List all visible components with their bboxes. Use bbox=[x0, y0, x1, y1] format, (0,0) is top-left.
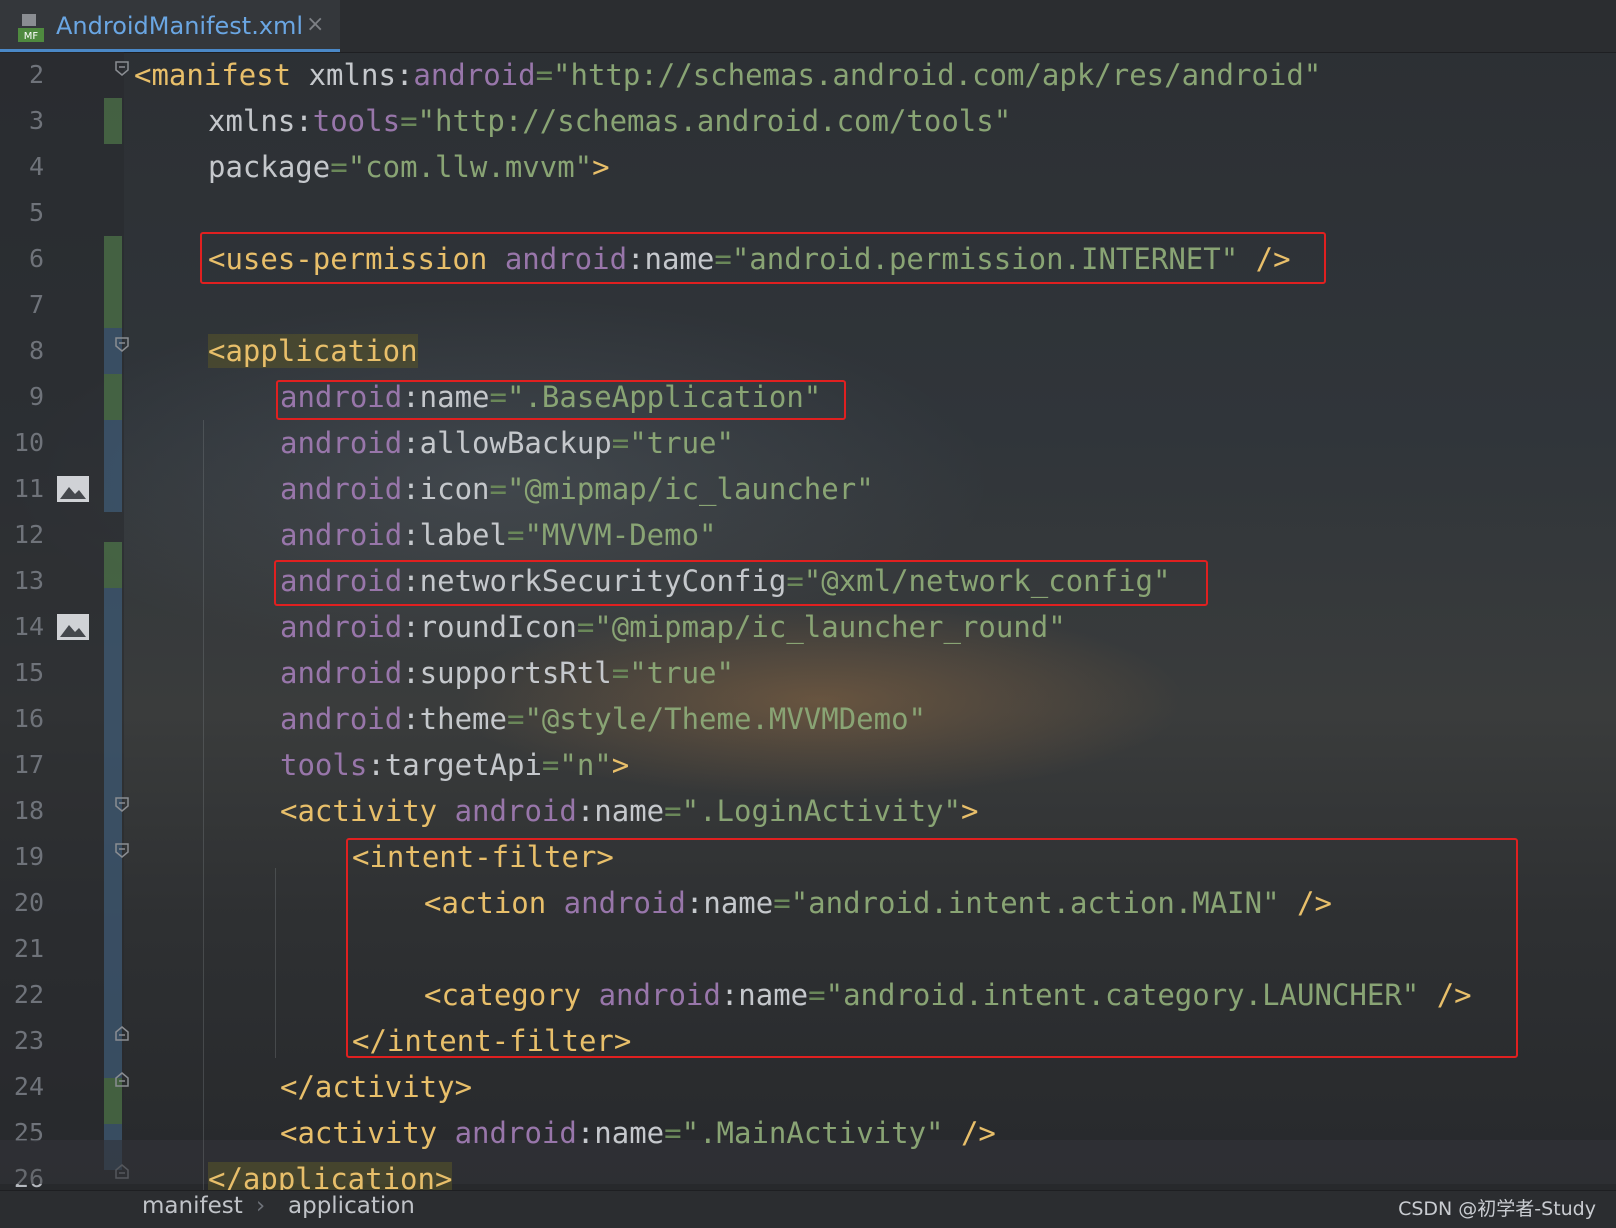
line-number: 11 bbox=[13, 474, 44, 503]
breadcrumb-item-application[interactable]: application bbox=[288, 1193, 415, 1219]
change-marker bbox=[104, 236, 122, 328]
code-line-4: package="com.llw.mvvm"> bbox=[208, 150, 610, 184]
breadcrumb-item-manifest[interactable]: manifest bbox=[142, 1193, 243, 1219]
code-line-20: <action android:name="android.intent.act… bbox=[424, 886, 1332, 920]
line-number: 23 bbox=[13, 1026, 44, 1055]
change-marker bbox=[104, 542, 122, 588]
editor-gutter: 2 3 4 5 6 7 8 9 10 11 12 13 14 15 16 17 … bbox=[0, 52, 129, 1193]
manifest-file-icon: MF bbox=[18, 14, 44, 42]
code-line-11: android:icon="@mipmap/ic_launcher" bbox=[280, 472, 874, 506]
image-icon[interactable] bbox=[56, 475, 90, 503]
line-number: 3 bbox=[28, 106, 44, 135]
editor-tab-bar: MF AndroidManifest.xml × bbox=[0, 0, 1616, 53]
line-number: 12 bbox=[13, 520, 44, 549]
line-number: 7 bbox=[28, 290, 44, 319]
watermark: CSDN @初学者-Study bbox=[1398, 1198, 1596, 1220]
change-marker bbox=[104, 588, 122, 818]
code-line-18: <activity android:name=".LoginActivity"> bbox=[280, 794, 979, 828]
line-number: 13 bbox=[13, 566, 44, 595]
line-number: 5 bbox=[28, 198, 44, 227]
tab-android-manifest[interactable]: MF AndroidManifest.xml × bbox=[0, 0, 340, 52]
change-marker bbox=[104, 420, 122, 512]
code-line-22: <category android:name="android.intent.c… bbox=[424, 978, 1472, 1012]
tab-title: AndroidManifest.xml bbox=[56, 12, 304, 40]
line-number: 2 bbox=[28, 60, 44, 89]
code-line-25: <activity android:name=".MainActivity" /… bbox=[280, 1116, 996, 1150]
change-marker bbox=[104, 98, 122, 144]
code-line-17: tools:targetApi="n"> bbox=[280, 748, 630, 782]
line-number: 9 bbox=[28, 382, 44, 411]
code-line-8: <application bbox=[208, 334, 418, 368]
code-line-19: <intent-filter> bbox=[352, 840, 614, 874]
line-number: 22 bbox=[13, 980, 44, 1009]
line-number: 24 bbox=[13, 1072, 44, 1101]
line-number: 8 bbox=[28, 336, 44, 365]
code-line-2: <manifest xmlns:android="http://schemas.… bbox=[134, 58, 1322, 92]
chevron-right-icon: › bbox=[256, 1193, 266, 1219]
code-line-9: android:name=".BaseApplication" bbox=[280, 380, 822, 414]
code-line-23: </intent-filter> bbox=[352, 1024, 632, 1058]
line-number: 6 bbox=[28, 244, 44, 273]
line-number: 16 bbox=[13, 704, 44, 733]
line-number: 14 bbox=[13, 612, 44, 641]
line-number: 20 bbox=[13, 888, 44, 917]
line-number: 17 bbox=[13, 750, 44, 779]
code-line-3: xmlns:tools="http://schemas.android.com/… bbox=[208, 104, 1012, 138]
breadcrumb: manifest › application bbox=[0, 1190, 1616, 1228]
code-line-14: android:roundIcon="@mipmap/ic_launcher_r… bbox=[280, 610, 1066, 644]
line-number: 18 bbox=[13, 796, 44, 825]
image-icon[interactable] bbox=[56, 613, 90, 641]
svg-text:MF: MF bbox=[24, 31, 39, 42]
code-line-15: android:supportsRtl="true" bbox=[280, 656, 734, 690]
line-number: 15 bbox=[13, 658, 44, 687]
code-line-10: android:allowBackup="true" bbox=[280, 426, 734, 460]
line-number: 10 bbox=[13, 428, 44, 457]
code-editor[interactable]: <manifest xmlns:android="http://schemas.… bbox=[124, 52, 1616, 1196]
code-line-12: android:label="MVVM-Demo" bbox=[280, 518, 717, 552]
editor-window: MF AndroidManifest.xml × 2 3 4 5 6 7 8 9… bbox=[0, 0, 1616, 1228]
change-marker bbox=[104, 374, 122, 420]
close-icon[interactable]: × bbox=[306, 12, 324, 37]
line-number: 4 bbox=[28, 152, 44, 181]
code-line-6: <uses-permission android:name="android.p… bbox=[208, 242, 1291, 276]
code-line-13: android:networkSecurityConfig="@xml/netw… bbox=[280, 564, 1171, 598]
code-line-16: android:theme="@style/Theme.MVVMDemo" bbox=[280, 702, 927, 736]
code-line-24: </activity> bbox=[280, 1070, 473, 1104]
line-number: 19 bbox=[13, 842, 44, 871]
line-number: 21 bbox=[13, 934, 44, 963]
